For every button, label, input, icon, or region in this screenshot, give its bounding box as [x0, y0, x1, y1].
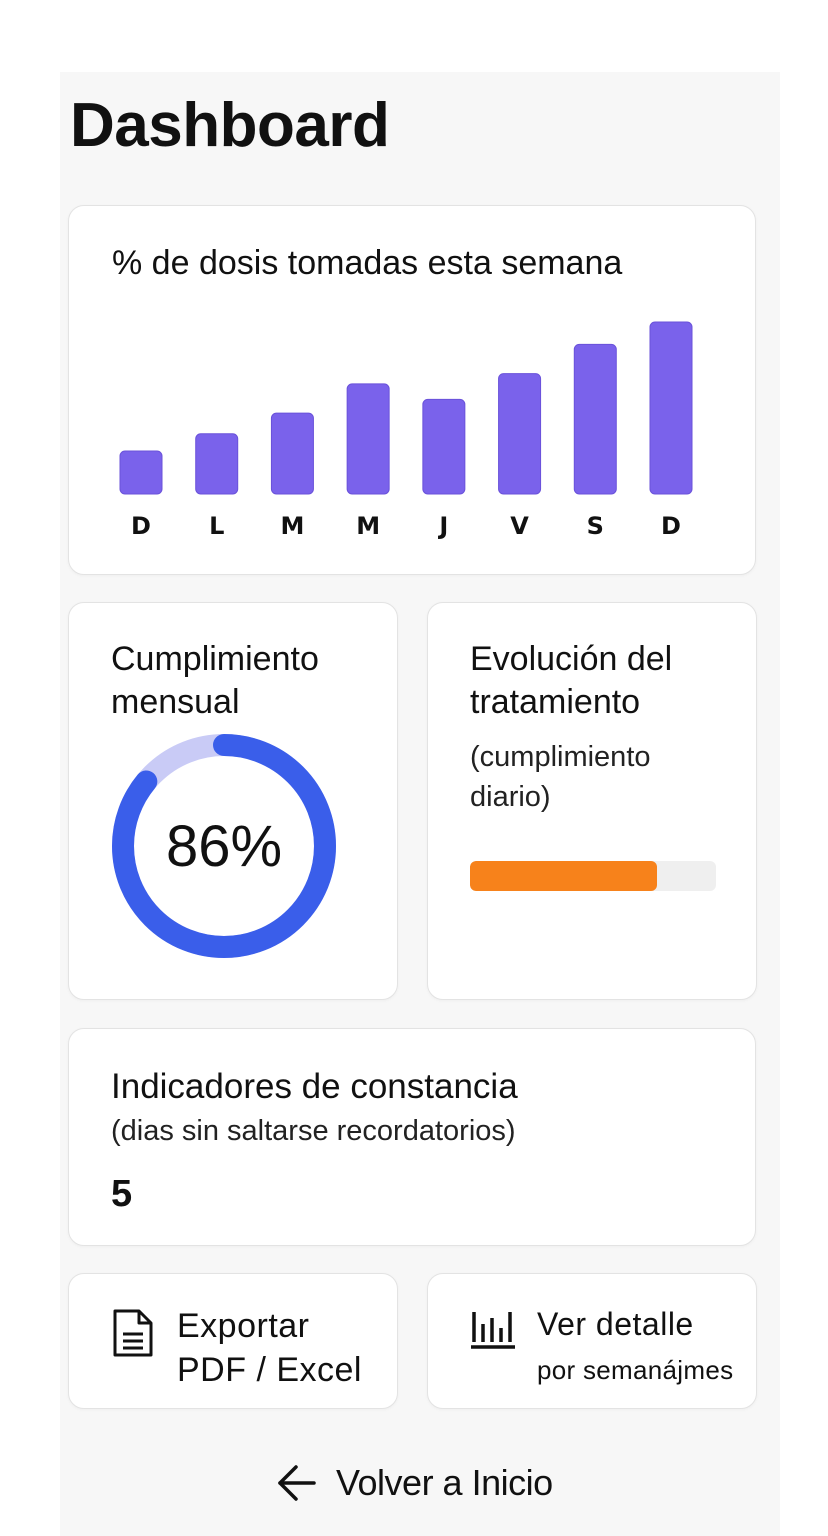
- bar-1: [195, 433, 239, 495]
- daily-compliance-progress-fill: [470, 861, 657, 891]
- export-label-line1: Exportar: [177, 1307, 310, 1345]
- bar-6: [573, 343, 617, 495]
- evolution-title-line1: Evolución del: [470, 640, 673, 678]
- detail-label-line2: por semanájmes: [537, 1355, 734, 1385]
- evolution-title-line2: tratamiento: [470, 683, 641, 721]
- page-title: Dashboard: [70, 91, 390, 160]
- back-to-home-link[interactable]: Volver a Inicio: [274, 1458, 553, 1508]
- consistency-subtitle: (dias sin saltarse recordatorios): [111, 1115, 516, 1147]
- weekly-bar-chart: DLMMJVSD: [119, 321, 693, 540]
- monthly-percentage: 86%: [165, 813, 283, 879]
- day-label-5: V: [510, 512, 529, 540]
- detail-label-line1: Ver detalle: [537, 1306, 694, 1342]
- monthly-title-line1: Cumplimiento: [111, 640, 319, 678]
- export-label-line2: PDF / Excel: [177, 1351, 362, 1389]
- bar-0: [119, 450, 163, 495]
- bar-5: [498, 373, 542, 495]
- view-detail-button[interactable]: Ver detalle por semanájmes: [427, 1273, 757, 1409]
- bar-3: [346, 383, 390, 495]
- arrow-left-icon: [278, 1465, 316, 1501]
- monthly-title-line2: mensual: [111, 683, 240, 721]
- day-label-1: L: [209, 512, 224, 540]
- export-pdf-excel-button[interactable]: Exportar PDF / Excel: [68, 1273, 398, 1409]
- back-to-home-label: Volver a Inicio: [336, 1462, 553, 1503]
- evolution-subtitle-line1: (cumplimiento: [470, 741, 651, 773]
- day-label-3: M: [356, 512, 380, 540]
- daily-compliance-progress-bar: [470, 861, 716, 891]
- treatment-evolution-card: Evolución del tratamiento (cumplimiento …: [427, 602, 757, 1000]
- bar-2: [270, 412, 314, 495]
- consistency-indicators-card: Indicadores de constancia (dias sin salt…: [68, 1028, 756, 1246]
- bar-chart-icon: [471, 1312, 515, 1349]
- day-label-7: D: [661, 512, 681, 540]
- day-label-4: J: [437, 512, 448, 540]
- day-label-0: D: [131, 512, 151, 540]
- monthly-compliance-card: Cumplimiento mensual 86%: [68, 602, 398, 1000]
- day-label-2: M: [280, 512, 304, 540]
- consistency-days-value: 5: [111, 1173, 133, 1215]
- evolution-subtitle-line2: diario): [470, 781, 551, 813]
- consistency-title: Indicadores de constancia: [111, 1067, 518, 1106]
- bar-7: [649, 321, 693, 495]
- document-icon: [113, 1309, 153, 1357]
- weekly-doses-card: % de dosis tomadas esta semana DLMMJVSD: [68, 205, 756, 575]
- bar-4: [422, 398, 466, 495]
- day-label-6: S: [587, 512, 604, 540]
